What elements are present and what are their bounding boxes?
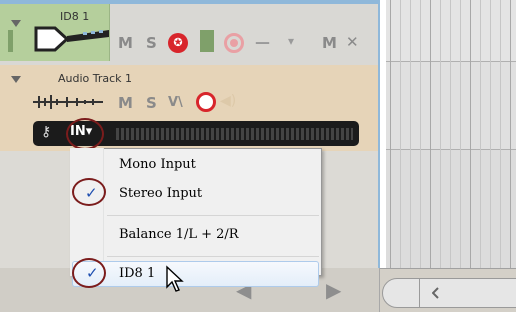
record-arm-button[interactable] bbox=[224, 33, 244, 53]
mute-button[interactable]: M bbox=[118, 34, 133, 52]
track-color-strip bbox=[8, 30, 13, 52]
grid-line bbox=[390, 0, 391, 268]
solo-button[interactable]: S bbox=[146, 34, 157, 52]
instrument-track-name[interactable]: ID8 1 bbox=[60, 10, 89, 23]
grid-line bbox=[460, 0, 461, 268]
grid-line bbox=[470, 0, 471, 268]
menu-separator bbox=[107, 215, 319, 216]
dropdown-arrow-icon[interactable]: ▾ bbox=[288, 34, 294, 48]
menu-item-label: Mono Input bbox=[119, 157, 196, 172]
annotation-circle bbox=[72, 178, 106, 206]
monitor-button[interactable]: M bbox=[322, 34, 337, 52]
horizontal-scrollbar-start[interactable] bbox=[382, 278, 420, 308]
audio-track-name[interactable]: Audio Track 1 bbox=[58, 72, 132, 85]
speaker-icon[interactable]: ◀) bbox=[220, 93, 236, 109]
menu-item-label: ID8 1 bbox=[119, 266, 156, 281]
solo-button[interactable]: S bbox=[146, 94, 157, 112]
grid-line bbox=[490, 0, 491, 268]
grid-line bbox=[400, 0, 401, 268]
record-arm-button[interactable] bbox=[196, 92, 216, 112]
instrument-record-icon[interactable]: ✪ bbox=[168, 33, 188, 53]
monitor-input-button[interactable]: V\ bbox=[168, 95, 183, 110]
timeline-row-instrument bbox=[386, 0, 516, 61]
timeline-row-audio bbox=[386, 61, 516, 149]
grid-line bbox=[440, 0, 441, 268]
grid-line bbox=[450, 0, 451, 268]
arrange-timeline[interactable] bbox=[386, 0, 516, 268]
grid-line bbox=[430, 0, 431, 268]
menu-item-id8-1[interactable]: ✓ ID8 1 bbox=[72, 261, 319, 287]
dash-icon: — bbox=[255, 33, 270, 51]
grid-line bbox=[410, 0, 411, 268]
level-meter bbox=[116, 128, 353, 140]
collapse-triangle-icon[interactable] bbox=[11, 76, 21, 83]
track-separator-strip bbox=[200, 30, 214, 52]
menu-item-label: Stereo Input bbox=[119, 186, 203, 201]
menu-item-stereo-input[interactable]: ✓ Stereo Input bbox=[71, 181, 321, 207]
waveform-icon bbox=[33, 95, 103, 109]
timeline-divider bbox=[386, 61, 516, 62]
mouse-pointer-icon bbox=[166, 265, 184, 292]
collapse-triangle-icon[interactable] bbox=[11, 20, 21, 27]
menu-item-mono-input[interactable]: Mono Input bbox=[71, 152, 321, 178]
close-icon[interactable]: ✕ bbox=[346, 33, 359, 51]
wrench-icon[interactable]: ⚷ bbox=[41, 124, 51, 140]
scroll-marker-icon bbox=[432, 287, 439, 299]
mute-button[interactable]: M bbox=[118, 94, 133, 112]
annotation-circle bbox=[66, 118, 104, 150]
menu-separator bbox=[107, 256, 319, 257]
play-icon[interactable]: ▶ bbox=[326, 278, 341, 302]
grid-line bbox=[480, 0, 481, 268]
menu-item-balance[interactable]: Balance 1/L + 2/R bbox=[71, 222, 321, 248]
instrument-plug-icon bbox=[34, 26, 109, 52]
menu-item-label: Balance 1/L + 2/R bbox=[119, 227, 239, 242]
timeline-divider bbox=[386, 149, 516, 150]
annotation-circle bbox=[72, 258, 106, 288]
grid-line bbox=[510, 0, 511, 268]
grid-line bbox=[500, 0, 501, 268]
grid-line bbox=[420, 0, 421, 268]
